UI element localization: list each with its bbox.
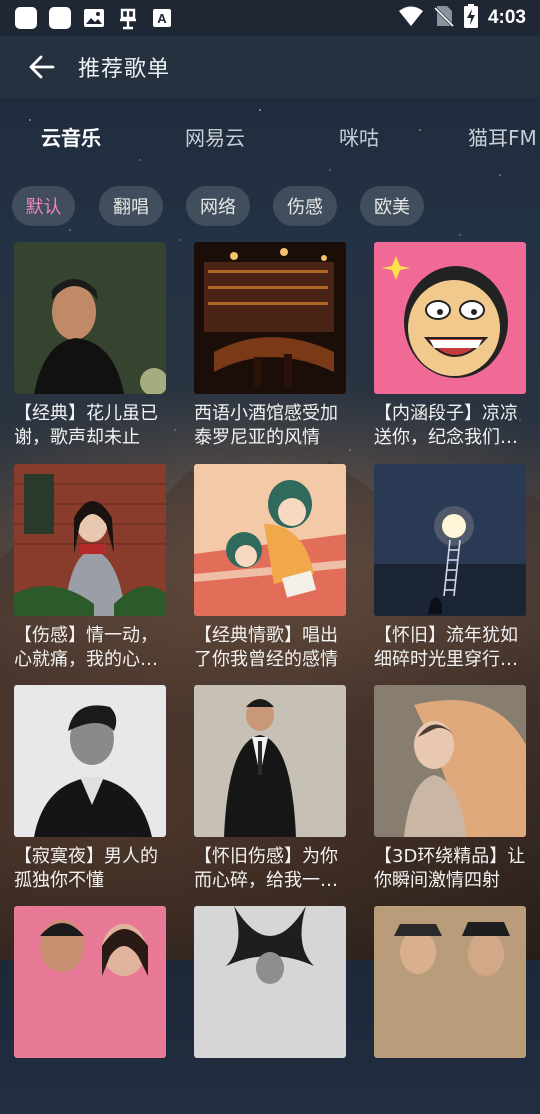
playlist-title: 【3D环绕精品】让你瞬间激情四射: [374, 846, 526, 891]
playlist-title: 【内涵段子】凉凉送你，纪念我们…: [374, 403, 518, 448]
playlist-cover: [374, 242, 526, 394]
playlist-card[interactable]: 西语小酒馆感受加泰罗尼亚的风情: [194, 242, 346, 450]
app-bar: 推荐歌单: [0, 36, 540, 98]
playlist-cover: [194, 906, 346, 1058]
playlist-card[interactable]: [14, 906, 166, 1114]
playlist-cover: [374, 906, 526, 1058]
status-time: 4:03: [487, 7, 526, 28]
arrow-left-icon: [29, 55, 55, 79]
playlist-cover: [194, 464, 346, 616]
chip-network[interactable]: 网络: [186, 186, 250, 226]
svg-text:A: A: [157, 11, 167, 26]
playlist-title: [14, 1066, 174, 1114]
chip-western[interactable]: 欧美: [360, 186, 424, 226]
tab-maoerfm[interactable]: 猫耳FM: [468, 122, 537, 151]
tab-yunyinyue[interactable]: 云音乐: [41, 122, 101, 151]
playlist-cover: [194, 685, 346, 837]
playlist-card[interactable]: 【怀旧伤感】为你而心碎，给我一…: [194, 685, 346, 893]
bug-icon: [116, 6, 140, 30]
app-icon: [48, 6, 72, 30]
playlist-title: 【怀旧】流年犹如细碎时光里穿行…: [374, 625, 518, 670]
playlist-cover: [14, 464, 166, 616]
playlist-cover: [14, 242, 166, 394]
playlist-title: [194, 1066, 354, 1114]
playlist-cover: [14, 906, 166, 1058]
a-box-icon: A: [150, 6, 174, 30]
playlist-title: 【伤感】情一动，心就痛，我的心…: [14, 625, 158, 670]
playlist-card[interactable]: 【经典情歌】唱出了你我曾经的感情: [194, 464, 346, 672]
chip-sad[interactable]: 伤感: [273, 186, 337, 226]
playlist-card[interactable]: [194, 906, 346, 1114]
back-button[interactable]: [20, 45, 64, 89]
playlist-cover: [374, 685, 526, 837]
playlist-title: 【寂寞夜】男人的孤独你不懂: [14, 846, 158, 891]
playlist-cover: [194, 242, 346, 394]
playlist-card[interactable]: 【3D环绕精品】让你瞬间激情四射: [374, 685, 526, 893]
battery-charging-icon: [463, 4, 478, 32]
playlist-title: 【经典】花儿虽已谢，歌声却未止: [14, 403, 158, 448]
category-chips: 默认 翻唱 网络 伤感 欧美: [0, 186, 540, 230]
wifi-icon: [398, 5, 424, 31]
image-icon: [82, 6, 106, 30]
playlist-title: 【怀旧伤感】为你而心碎，给我一…: [194, 846, 338, 891]
no-sim-icon: [433, 5, 455, 31]
page-title: 推荐歌单: [78, 57, 171, 82]
chip-cover[interactable]: 翻唱: [99, 186, 163, 226]
playlist-cover: [14, 685, 166, 837]
playlist-card[interactable]: 【寂寞夜】男人的孤独你不懂: [14, 685, 166, 893]
playlist-card[interactable]: 【内涵段子】凉凉送你，纪念我们…: [374, 242, 526, 450]
playlist-title: 西语小酒馆感受加泰罗尼亚的风情: [194, 403, 338, 448]
playlist-card[interactable]: 【怀旧】流年犹如细碎时光里穿行…: [374, 464, 526, 672]
playlist-cover: [374, 464, 526, 616]
tab-migu[interactable]: 咪咕: [339, 122, 379, 151]
chip-default[interactable]: 默认: [12, 186, 75, 226]
source-tabs: 云音乐 网易云 咪咕 猫耳FM: [0, 98, 540, 176]
playlist-card[interactable]: 【经典】花儿虽已谢，歌声却未止: [14, 242, 166, 450]
status-bar: A 4:03: [0, 0, 540, 36]
playlist-card[interactable]: 【伤感】情一动，心就痛，我的心…: [14, 464, 166, 672]
tab-wangyiyun[interactable]: 网易云: [185, 122, 245, 151]
playlist-card[interactable]: [374, 906, 526, 1114]
playlist-title: 【经典情歌】唱出了你我曾经的感情: [194, 625, 338, 670]
playlist-title: [374, 1066, 534, 1114]
app-icon: [14, 6, 38, 30]
